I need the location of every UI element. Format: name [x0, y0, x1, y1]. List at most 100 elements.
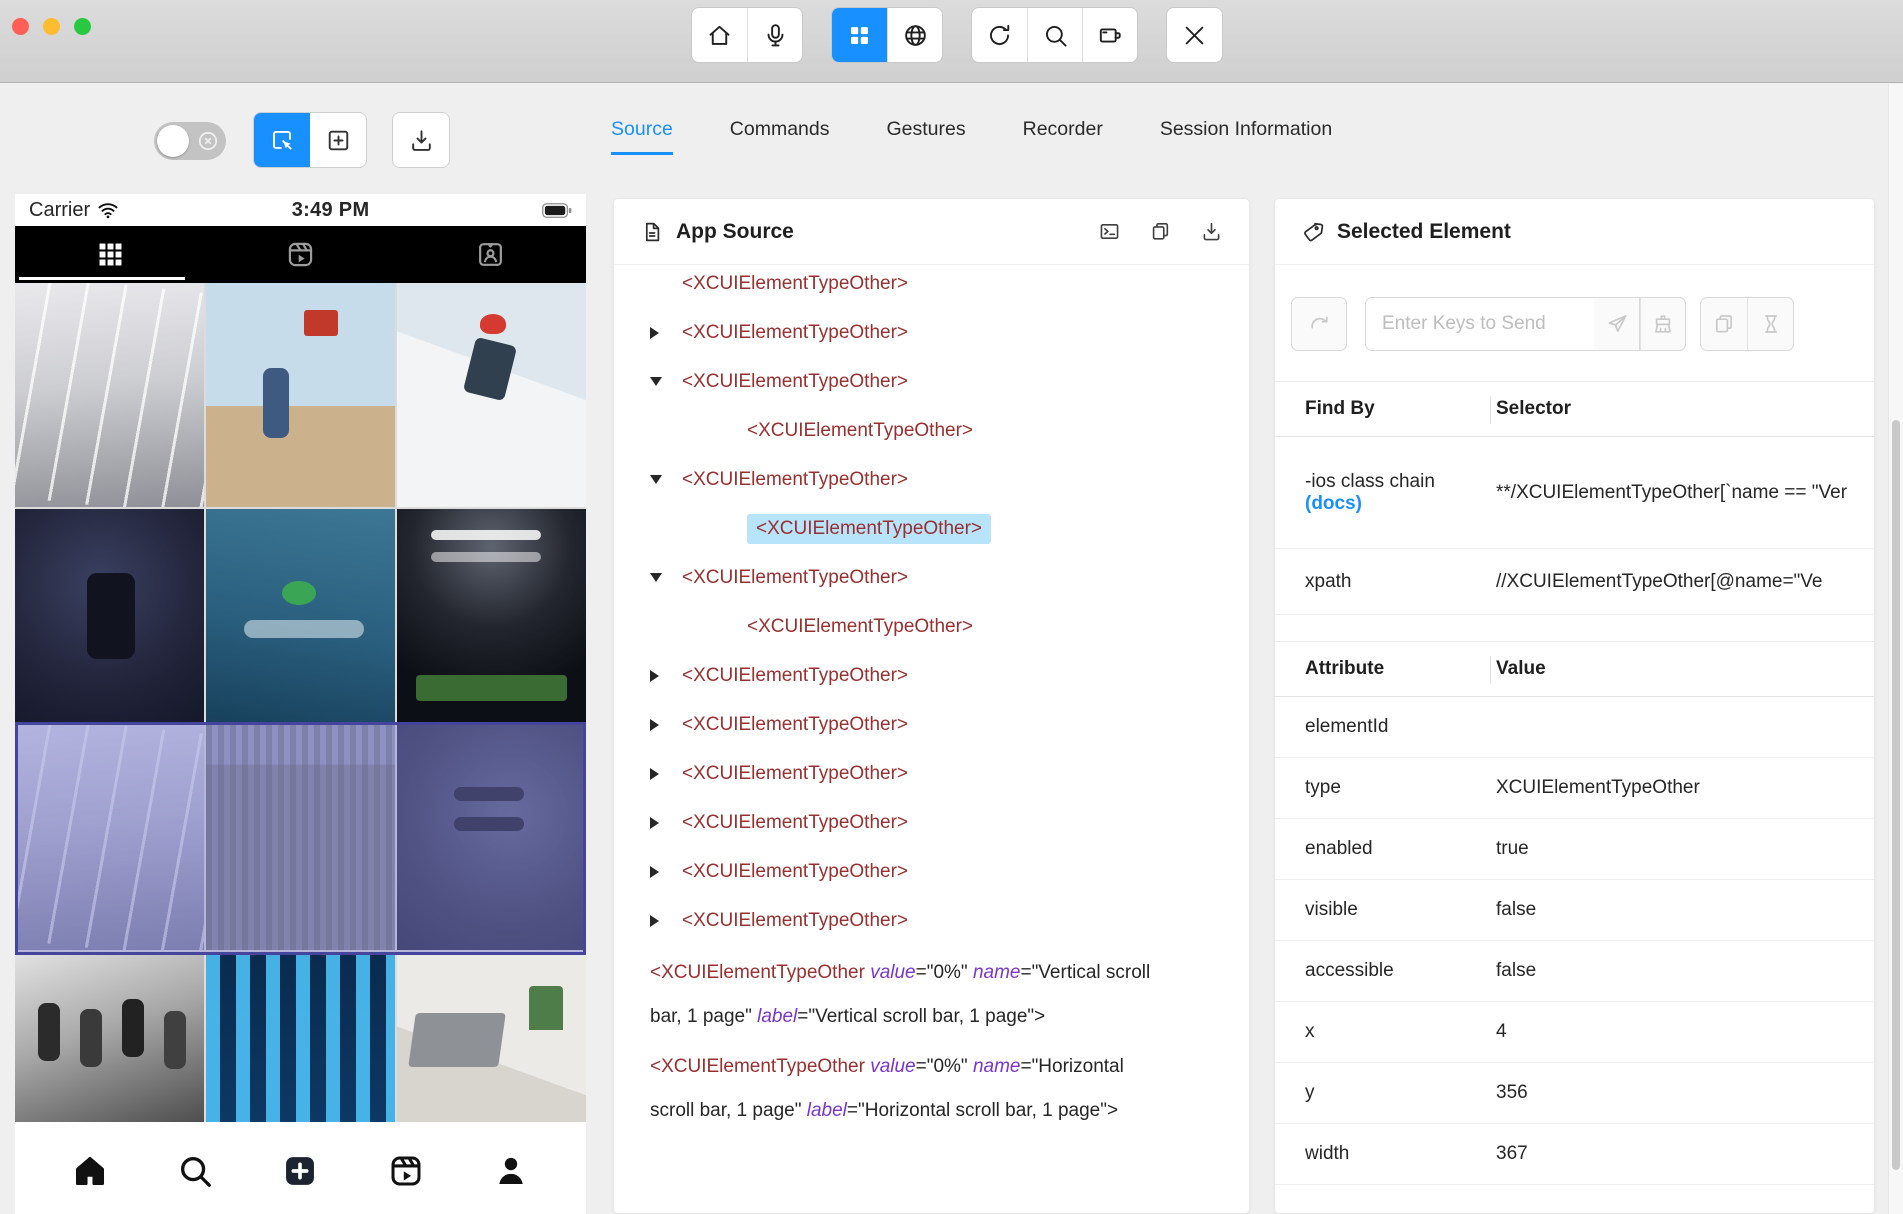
photo-thumbnail-dunk[interactable] — [15, 509, 204, 722]
grid-tab-icon — [95, 239, 126, 270]
close-button[interactable] — [1167, 8, 1222, 62]
selector-value[interactable]: **/XCUIElementTypeOther[`name == "Ver — [1466, 482, 1874, 504]
tree-node[interactable]: <XCUIElementTypeOther> — [650, 504, 1223, 553]
caret-down-icon[interactable] — [650, 573, 672, 582]
copy-attributes-button[interactable] — [1700, 297, 1747, 351]
caret-right-icon[interactable] — [650, 670, 672, 682]
minimize-window-button[interactable] — [43, 18, 60, 35]
photo-thumbnail-track[interactable] — [15, 283, 204, 507]
search-nav[interactable] — [176, 1152, 214, 1190]
attribute-name: elementId — [1275, 716, 1466, 738]
window-scrollbar[interactable] — [1888, 84, 1903, 1214]
tab-session-information[interactable]: Session Information — [1160, 118, 1332, 155]
tree-node-with-attributes[interactable]: <XCUIElementTypeOther value="0%" name="H… — [650, 1045, 1158, 1133]
tree-node[interactable]: <XCUIElementTypeOther> — [650, 651, 1223, 700]
tree-node[interactable]: <XCUIElementTypeOther> — [650, 308, 1223, 357]
photo-thumbnail-track2[interactable] — [15, 724, 204, 950]
tree-node[interactable]: <XCUIElementTypeOther> — [650, 357, 1223, 406]
tree-node[interactable]: <XCUIElementTypeOther> — [650, 553, 1223, 602]
tree-node-label[interactable]: <XCUIElementTypeOther> — [682, 763, 908, 785]
photo-thumbnail-runners[interactable] — [15, 952, 204, 1122]
tree-node-label[interactable]: <XCUIElementTypeOther> — [682, 910, 908, 932]
tree-node[interactable]: <XCUIElementTypeOther> — [650, 406, 1223, 455]
tab-gestures[interactable]: Gestures — [887, 118, 966, 155]
zoom-window-button[interactable] — [74, 18, 91, 35]
wait-for-element-button[interactable] — [1747, 297, 1794, 351]
swipe-plus-button[interactable] — [310, 113, 366, 167]
tree-node-label[interactable]: <XCUIElementTypeOther> — [747, 616, 973, 638]
microphone-button[interactable] — [747, 8, 802, 62]
search-button[interactable] — [1027, 8, 1082, 62]
tree-node[interactable]: <XCUIElementTypeOther> — [650, 847, 1223, 896]
caret-right-icon[interactable] — [650, 327, 672, 339]
caret-right-icon[interactable] — [650, 719, 672, 731]
send-keys-group — [1365, 297, 1686, 351]
tree-node-label[interactable]: <XCUIElementTypeOther> — [682, 567, 908, 589]
keys-input[interactable] — [1365, 297, 1594, 351]
photo-thumbnail-desk[interactable] — [397, 952, 586, 1122]
caret-right-icon[interactable] — [650, 866, 672, 878]
photo-thumbnail-stadium[interactable] — [397, 509, 586, 722]
tree-node-with-attributes[interactable]: <XCUIElementTypeOther value="0%" name="V… — [650, 951, 1158, 1039]
caret-right-icon[interactable] — [650, 915, 672, 927]
download-screenshot-button[interactable] — [393, 113, 449, 167]
element-highlight-toggle[interactable] — [154, 122, 226, 160]
globe-button[interactable] — [887, 8, 942, 62]
photo-thumbnail-grass[interactable] — [206, 724, 395, 950]
grid-button[interactable] — [832, 8, 887, 62]
scrollbar-thumb[interactable] — [1892, 420, 1900, 1170]
tab-recorder[interactable]: Recorder — [1023, 118, 1103, 155]
docs-link[interactable]: (docs) — [1305, 493, 1362, 514]
grid-tab[interactable] — [15, 226, 205, 283]
caret-right-icon[interactable] — [650, 817, 672, 829]
tree-node[interactable]: <XCUIElementTypeOther> — [650, 700, 1223, 749]
tree-node-label[interactable]: <XCUIElementTypeOther> — [682, 322, 908, 344]
create-nav[interactable] — [281, 1152, 319, 1190]
tap-element-button[interactable] — [1291, 297, 1347, 351]
tree-node-label-selected[interactable]: <XCUIElementTypeOther> — [747, 514, 991, 544]
tree-node[interactable]: <XCUIElementTypeOther> — [650, 602, 1223, 651]
tree-node[interactable]: <XCUIElementTypeOther> — [650, 259, 1223, 308]
tree-node-label[interactable]: <XCUIElementTypeOther> — [682, 714, 908, 736]
close-window-button[interactable] — [12, 18, 29, 35]
tree-node-label[interactable]: <XCUIElementTypeOther> — [682, 665, 908, 687]
photo-thumbnail-tech[interactable] — [206, 952, 395, 1122]
home-nav[interactable] — [71, 1152, 109, 1190]
tree-node[interactable]: <XCUIElementTypeOther> — [650, 896, 1223, 945]
download-icon — [408, 127, 435, 154]
caret-down-icon[interactable] — [650, 377, 672, 386]
select-element-button[interactable] — [254, 113, 310, 167]
copy-button[interactable] — [1149, 220, 1172, 243]
tree-node[interactable]: <XCUIElementTypeOther> — [650, 749, 1223, 798]
home-button[interactable] — [692, 8, 747, 62]
attribute-row: enabledtrue — [1275, 819, 1874, 880]
send-keys-button[interactable] — [1594, 297, 1640, 351]
tree-node-label[interactable]: <XCUIElementTypeOther> — [682, 812, 908, 834]
tree-node-label[interactable]: <XCUIElementTypeOther> — [682, 469, 908, 491]
device-screenshot[interactable]: Carrier 3:49 PM — [15, 194, 586, 1214]
download-button[interactable] — [1200, 220, 1223, 243]
photo-thumbnail-ski[interactable] — [397, 283, 586, 507]
caret-right-icon[interactable] — [650, 768, 672, 780]
terminal-button[interactable] — [1098, 220, 1121, 243]
tree-node-label[interactable]: <XCUIElementTypeOther> — [682, 273, 908, 295]
profile-nav[interactable] — [492, 1152, 530, 1190]
caret-down-icon[interactable] — [650, 475, 672, 484]
refresh-button[interactable] — [972, 8, 1027, 62]
photo-thumbnail-basketball[interactable] — [206, 283, 395, 507]
tree-node[interactable]: <XCUIElementTypeOther> — [650, 798, 1223, 847]
selector-value[interactable]: //XCUIElementTypeOther[@name="Ve — [1466, 571, 1874, 593]
clear-field-button[interactable] — [1640, 297, 1686, 351]
tree-node-label[interactable]: <XCUIElementTypeOther> — [682, 371, 908, 393]
photo-thumbnail-gym[interactable] — [397, 724, 586, 950]
reels-tab[interactable] — [205, 226, 395, 283]
video-camera-button[interactable] — [1082, 8, 1137, 62]
tagged-tab[interactable] — [396, 226, 586, 283]
tab-commands[interactable]: Commands — [730, 118, 830, 155]
tree-node-label[interactable]: <XCUIElementTypeOther> — [682, 861, 908, 883]
photo-thumbnail-swim[interactable] — [206, 509, 395, 722]
tree-node-label[interactable]: <XCUIElementTypeOther> — [747, 420, 973, 442]
tab-source[interactable]: Source — [611, 118, 673, 155]
tree-node[interactable]: <XCUIElementTypeOther> — [650, 455, 1223, 504]
reels-nav[interactable] — [387, 1152, 425, 1190]
